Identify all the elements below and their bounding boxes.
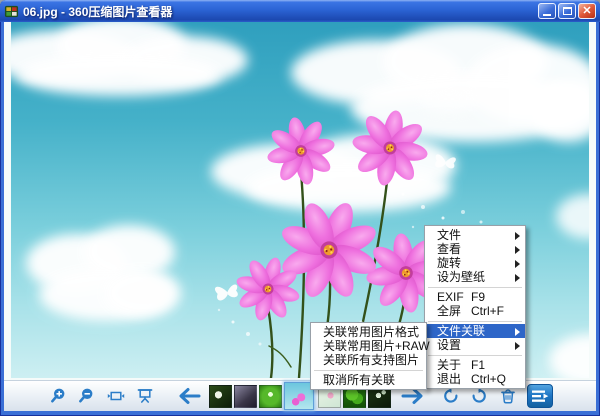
maximize-icon: [562, 7, 572, 15]
rotate-left-button[interactable]: [442, 387, 460, 405]
trash-icon: [501, 389, 515, 404]
previous-arrow-icon: [179, 388, 201, 404]
menu-item-fullscreen[interactable]: 全屏 Ctrl+F: [425, 304, 525, 318]
zoom-in-button[interactable]: [49, 387, 67, 405]
menu-separator: [428, 354, 522, 356]
submenu-arrow-icon: [515, 341, 520, 350]
window-title: 06.jpg - 360压缩图片查看器: [23, 4, 173, 19]
minimize-button[interactable]: [538, 3, 556, 19]
submenu-item-associate-common-formats[interactable]: 关联常用图片格式: [311, 325, 426, 339]
close-icon: ✕: [582, 4, 592, 17]
zoom-out-icon: [79, 388, 93, 403]
menu-item-set-wallpaper[interactable]: 设为壁纸: [425, 270, 525, 284]
delete-image-button[interactable]: [499, 387, 517, 405]
main-menu-button[interactable]: [527, 384, 553, 408]
fit-to-window-icon: [107, 391, 125, 401]
close-button[interactable]: ✕: [578, 3, 596, 19]
thumbnail-3[interactable]: [259, 385, 282, 408]
fit-to-window-button[interactable]: [107, 387, 125, 405]
shortcut-label: F1: [471, 358, 486, 372]
slideshow-button[interactable]: [136, 387, 154, 405]
menu-separator: [428, 286, 522, 288]
submenu-arrow-icon: [515, 245, 520, 254]
submenu-arrow-icon: [515, 327, 520, 336]
submenu-arrow-icon: [515, 231, 520, 240]
submenu-item-cancel-all-associations[interactable]: 取消所有关联: [311, 373, 426, 387]
shortcut-label: Ctrl+F: [471, 304, 504, 318]
title-bar[interactable]: 06.jpg - 360压缩图片查看器 ✕: [0, 0, 600, 22]
shortcut-label: F9: [471, 290, 486, 304]
submenu-arrow-icon: [515, 259, 520, 268]
maximize-button[interactable]: [558, 3, 576, 19]
rotate-left-icon: [444, 387, 458, 403]
menu-item-file[interactable]: 文件: [425, 228, 525, 242]
zoom-out-button[interactable]: [77, 387, 95, 405]
context-menu: 文件 查看 旋转 设为壁纸 EXIF F9 全屏 Ctrl+F 文件关联 设置 …: [424, 225, 526, 389]
app-icon: [4, 5, 19, 17]
menu-item-about[interactable]: 关于 F1: [425, 358, 525, 372]
menu-separator: [428, 320, 522, 322]
minimize-icon: [543, 14, 551, 16]
shortcut-label: Ctrl+Q: [471, 372, 507, 386]
submenu-item-associate-all-supported[interactable]: 关联所有支持图片: [311, 353, 426, 367]
rotate-right-icon: [472, 387, 486, 403]
zoom-in-icon: [51, 388, 65, 403]
previous-image-button[interactable]: [176, 386, 202, 406]
app-window: 06.jpg - 360压缩图片查看器 ✕ 文件 查看 旋转 设为壁纸 EXIF…: [0, 0, 600, 416]
submenu-arrow-icon: [515, 273, 520, 282]
submenu-item-associate-common-plus-raw[interactable]: 关联常用图片+RAW: [311, 339, 430, 353]
menu-separator: [314, 369, 423, 371]
menu-item-rotate[interactable]: 旋转: [425, 256, 525, 270]
menu-item-exif[interactable]: EXIF F9: [425, 290, 525, 304]
rotate-right-button[interactable]: [470, 387, 488, 405]
menu-item-view[interactable]: 查看: [425, 242, 525, 256]
menu-item-exit[interactable]: 退出 Ctrl+Q: [425, 372, 525, 386]
menu-item-file-association[interactable]: 文件关联: [425, 324, 525, 338]
slideshow-icon: [137, 389, 153, 403]
thumbnail-2[interactable]: [234, 385, 257, 408]
menu-item-settings[interactable]: 设置: [425, 338, 525, 352]
thumbnail-1[interactable]: [209, 385, 232, 408]
menu-lines-icon: [531, 390, 548, 402]
file-association-submenu: 关联常用图片格式 关联常用图片+RAW 关联所有支持图片 取消所有关联: [310, 322, 430, 390]
